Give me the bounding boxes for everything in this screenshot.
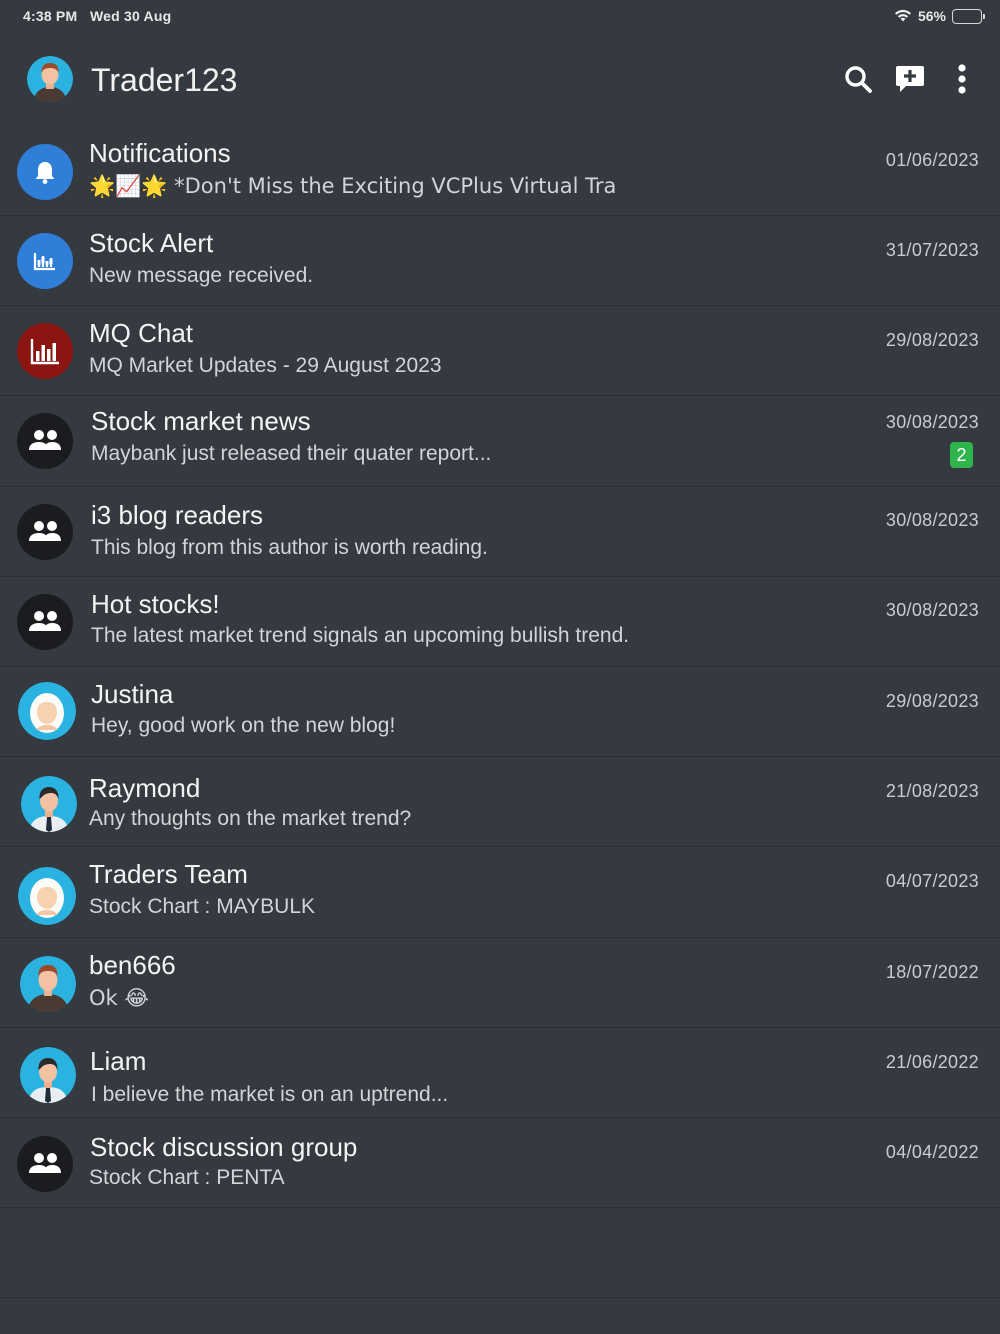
status-bar: 4:38 PM Wed 30 Aug 56% (0, 0, 1000, 32)
chat-date: 29/08/2023 (885, 330, 979, 351)
chat-preview: Stock Chart : MAYBULK (89, 895, 316, 919)
chat-name: Stock market news (91, 406, 311, 437)
page-title: Trader123 (91, 62, 238, 98)
chat-item-raymond[interactable]: Raymond Any thoughts on the market trend… (0, 757, 1000, 848)
chat-date: 21/06/2022 (885, 1051, 979, 1072)
status-indicators: 56% (894, 6, 985, 26)
unread-badge: 2 (950, 442, 973, 469)
header-actions (832, 61, 988, 97)
avatar (17, 1135, 73, 1192)
avatar (20, 1046, 76, 1103)
more-vertical-icon (958, 64, 966, 94)
avatar (18, 867, 76, 926)
chat-name: Raymond (89, 773, 201, 804)
chat-preview: Maybank just released their quater repor… (91, 442, 492, 466)
battery-icon (952, 8, 985, 24)
avatar (17, 593, 73, 650)
chat-name: Stock Alert (89, 228, 214, 258)
woman-avatar-icon (18, 867, 76, 926)
chat-preview: New message received. (89, 264, 314, 287)
group-icon (29, 520, 61, 541)
chat-name: Traders Team (89, 859, 248, 890)
chat-preview: I believe the market is on an uptrend... (91, 1082, 449, 1106)
new-chat-button[interactable] (884, 61, 936, 97)
chat-preview: Stock Chart : PENTA (89, 1165, 285, 1189)
chat-name: Stock discussion group (90, 1131, 358, 1162)
chat-name: ben666 (89, 949, 176, 980)
search-icon (845, 66, 872, 93)
battery-percentage: 56% (917, 8, 946, 24)
chart-icon (33, 253, 55, 271)
bar-chart-icon (30, 339, 59, 365)
chat-item-mq-chat[interactable]: MQ Chat MQ Market Updates - 29 August 20… (0, 306, 1000, 397)
group-icon (29, 1152, 61, 1173)
man-avatar-icon (20, 955, 76, 1012)
app-header: Trader123 (0, 45, 1000, 115)
chat-item-liam[interactable]: Liam I believe the market is on an uptre… (0, 1028, 1000, 1118)
chat-item-stock-market-news[interactable]: Stock market news Maybank just released … (0, 396, 1000, 487)
bell-icon (35, 162, 55, 184)
chat-preview: Hey, good work on the new blog! (91, 713, 396, 737)
group-icon (29, 430, 61, 451)
chat-name: i3 blog readers (91, 499, 263, 530)
chat-preview: 🌟📈🌟 *Don't Miss the Exciting VCPlus Virt… (89, 174, 617, 198)
man-tie-avatar-icon (21, 776, 77, 833)
chat-preview: Any thoughts on the market trend? (89, 807, 412, 831)
chat-item-justina[interactable]: Justina Hey, good work on the new blog! … (0, 667, 1000, 758)
avatar (17, 413, 73, 470)
chat-date: 04/04/2022 (885, 1141, 979, 1162)
chat-date: 30/08/2023 (885, 412, 979, 433)
search-button[interactable] (832, 61, 884, 97)
avatar (21, 776, 77, 833)
avatar (18, 681, 76, 740)
chat-preview: Ok 😂 (89, 985, 149, 1010)
chat-list: Notifications 🌟📈🌟 *Don't Miss the Exciti… (0, 126, 1000, 1209)
man-tie-avatar-icon (20, 1046, 76, 1103)
profile-avatar[interactable] (27, 56, 73, 102)
chat-item-i3-blog-readers[interactable]: i3 blog readers This blog from this auth… (0, 487, 1000, 577)
new-chat-icon (896, 66, 924, 92)
avatar (20, 955, 76, 1012)
avatar (17, 233, 73, 289)
chat-item-traders-team[interactable]: Traders Team Stock Chart : MAYBULK 04/07… (0, 847, 1000, 938)
status-time: 4:38 PM (23, 8, 78, 24)
status-date: Wed 30 Aug (90, 8, 172, 24)
man-avatar-icon (27, 56, 73, 102)
chat-date: 31/07/2023 (885, 240, 979, 260)
chat-item-hot-stocks[interactable]: Hot stocks! The latest market trend sign… (0, 577, 1000, 667)
group-icon (29, 610, 61, 631)
chat-name: Justina (91, 678, 174, 709)
chat-item-ben666[interactable]: ben666 Ok 😂 18/07/2022 (0, 938, 1000, 1028)
wifi-icon (894, 8, 912, 25)
chat-item-stock-discussion-group[interactable]: Stock discussion group Stock Chart : PEN… (0, 1118, 1000, 1209)
chat-name: MQ Chat (89, 318, 194, 349)
chat-item-stock-alert[interactable]: Stock Alert New message received. 31/07/… (0, 216, 1000, 307)
chat-preview: This blog from this author is worth read… (91, 535, 488, 559)
chat-date: 29/08/2023 (885, 690, 979, 711)
chat-date: 30/08/2023 (885, 599, 979, 620)
chat-item-notifications[interactable]: Notifications 🌟📈🌟 *Don't Miss the Exciti… (0, 126, 1000, 216)
chat-date: 21/08/2023 (885, 781, 979, 802)
chat-date: 04/07/2023 (885, 871, 979, 892)
chat-date: 01/06/2023 (885, 150, 979, 170)
chat-name: Hot stocks! (91, 588, 220, 619)
chat-name: Notifications (89, 138, 231, 168)
avatar (17, 503, 73, 560)
chat-preview: The latest market trend signals an upcom… (91, 623, 630, 647)
avatar (17, 144, 73, 200)
chat-date: 18/07/2022 (885, 961, 979, 982)
divider (0, 1297, 1000, 1298)
more-options-button[interactable] (936, 61, 988, 97)
chat-name: Liam (90, 1045, 147, 1076)
chat-preview: MQ Market Updates - 29 August 2023 (89, 354, 442, 378)
woman-avatar-icon (18, 681, 76, 740)
avatar (17, 323, 73, 380)
chat-date: 30/08/2023 (885, 509, 979, 530)
